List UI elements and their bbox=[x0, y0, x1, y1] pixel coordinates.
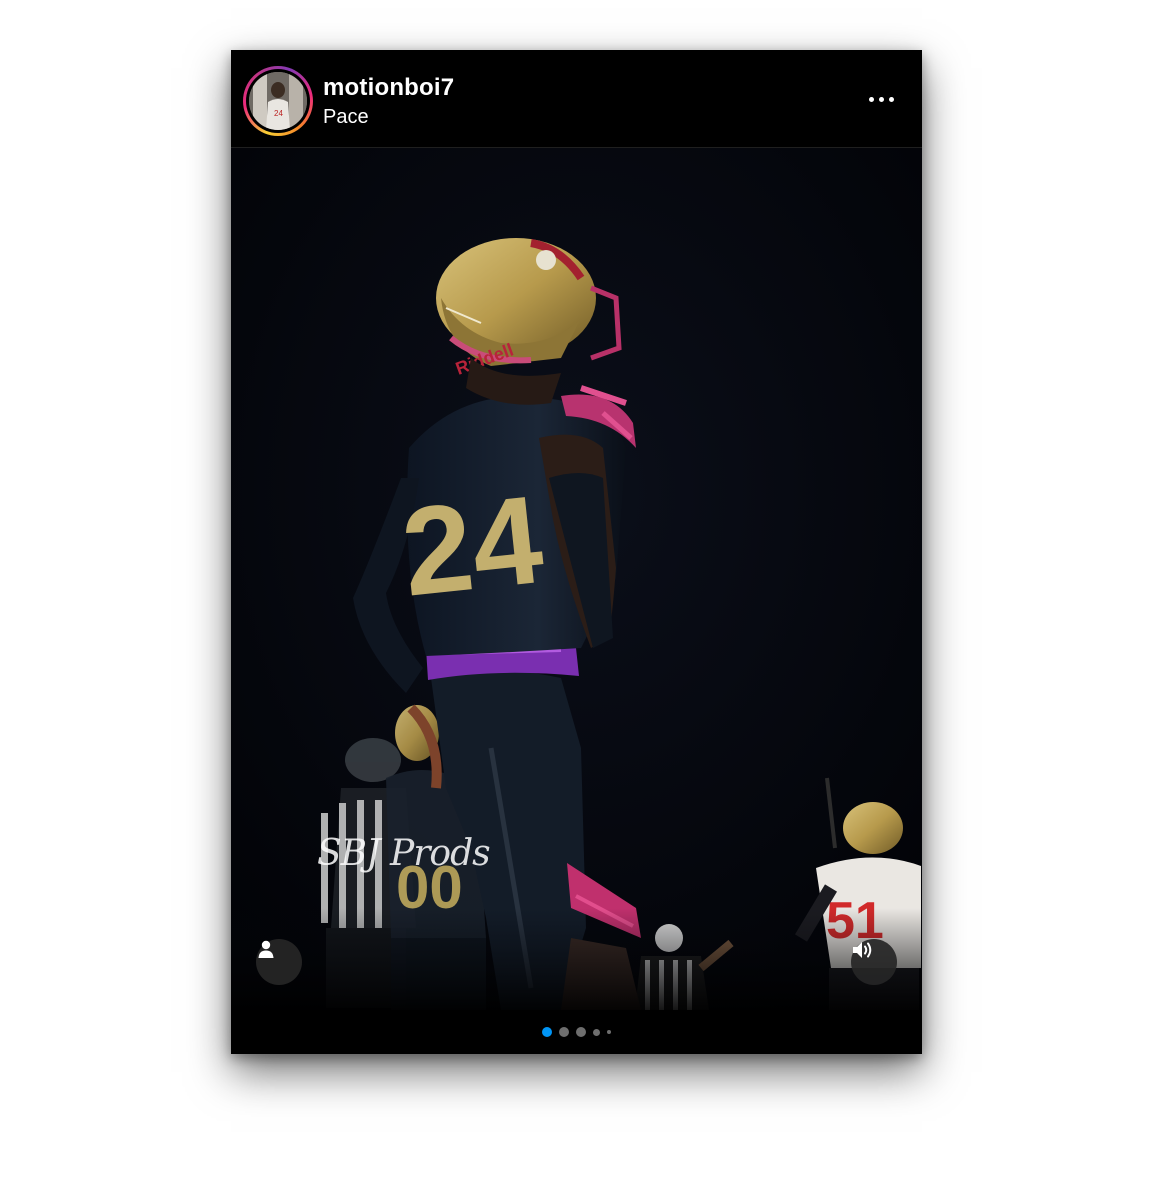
svg-text:24: 24 bbox=[274, 109, 283, 118]
post-card: 24 motionboi7 Pace 00 24 Riddell SBJ Pro… bbox=[231, 50, 922, 1054]
carousel-dot[interactable] bbox=[593, 1028, 600, 1036]
avatar[interactable]: 24 bbox=[249, 72, 307, 130]
photo-watermark: SBJ Prods bbox=[317, 833, 491, 874]
carousel-dot[interactable] bbox=[576, 1027, 586, 1037]
carousel-dot-active[interactable] bbox=[542, 1027, 552, 1037]
user-tag-icon[interactable] bbox=[256, 939, 302, 985]
story-ring[interactable]: 24 bbox=[243, 66, 313, 136]
football-player-photo: 00 51 bbox=[231, 148, 922, 1010]
post-header: 24 motionboi7 Pace bbox=[231, 50, 922, 148]
svg-text:24: 24 bbox=[396, 470, 549, 623]
more-options-icon[interactable] bbox=[861, 87, 901, 111]
speaker-icon[interactable] bbox=[851, 939, 897, 985]
audio-label[interactable]: Pace bbox=[323, 106, 369, 129]
carousel-dot[interactable] bbox=[559, 1027, 569, 1037]
carousel-dot[interactable] bbox=[607, 1030, 611, 1034]
post-media[interactable]: 00 51 bbox=[231, 148, 922, 1010]
carousel-indicator bbox=[231, 1010, 922, 1054]
username[interactable]: motionboi7 bbox=[323, 74, 454, 102]
